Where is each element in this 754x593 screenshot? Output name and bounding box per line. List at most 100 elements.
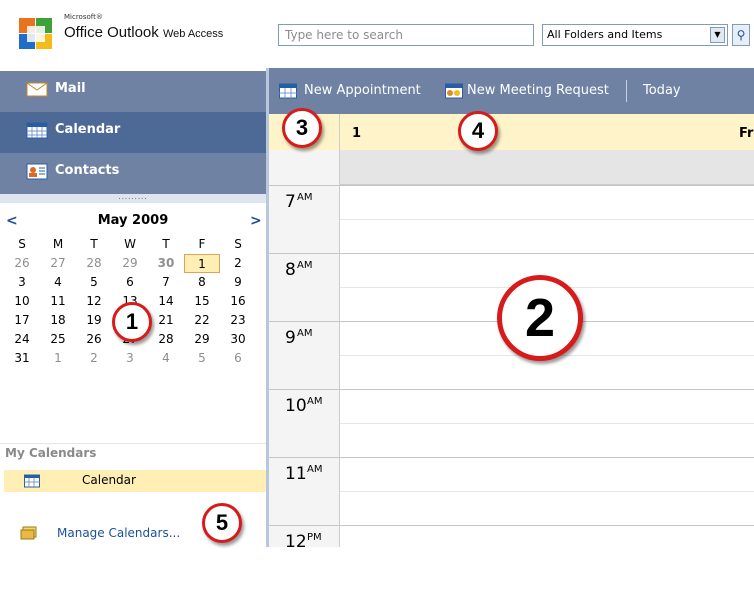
office-logo-icon (19, 18, 52, 49)
new-meeting-request-button[interactable]: New Meeting Request (467, 83, 609, 98)
mini-calendar-day[interactable]: 21 (148, 311, 184, 330)
hour-label: 10 AM (269, 389, 340, 457)
half-hour-line (340, 219, 754, 220)
weekday-label: T (90, 237, 98, 251)
hour-number: 12 (285, 532, 307, 552)
toolbar-divider (626, 80, 627, 102)
mini-calendar-day[interactable]: 18 (40, 311, 76, 330)
callout-1: 1 (112, 302, 152, 342)
callout-2: 2 (497, 275, 583, 361)
mini-calendar-day[interactable]: 4 (40, 273, 76, 292)
mini-calendar-day[interactable]: 28 (148, 330, 184, 349)
manage-calendars-label: Manage Calendars... (57, 526, 181, 540)
weekday-label: W (124, 237, 136, 251)
mini-calendar-day[interactable]: 22 (184, 311, 220, 330)
mini-calendar-day[interactable]: 10 (4, 292, 40, 311)
mini-calendar-day[interactable]: 29 (112, 254, 148, 273)
mini-calendar-week: 31 1 2 3 4 5 6 (4, 349, 262, 368)
top-bar: Microsoft® Office Outlook Web Access Typ… (0, 0, 754, 68)
mail-icon (26, 82, 48, 97)
mini-calendar-day[interactable]: 28 (76, 254, 112, 273)
nav-item-mail[interactable]: Mail (0, 71, 266, 112)
day-header-weekday: Fr (739, 126, 754, 141)
mini-calendar-day[interactable]: 30 (148, 254, 184, 273)
mini-calendar-title: May 2009 (97, 213, 169, 228)
mini-calendar-day[interactable]: 8 (184, 273, 220, 292)
mini-calendar-day[interactable]: 9 (220, 273, 256, 292)
mini-calendar-day[interactable]: 25 (40, 330, 76, 349)
day-view-grid[interactable] (340, 185, 754, 547)
mini-calendar-day[interactable]: 6 (112, 273, 148, 292)
mini-calendar-day[interactable]: 4 (148, 349, 184, 368)
hour-number: 10 (285, 396, 307, 416)
chevron-right-icon[interactable]: > (250, 213, 262, 229)
my-calendars-item-calendar[interactable]: Calendar (4, 470, 266, 492)
app-title-main: Office Outlook (64, 24, 159, 41)
nav-label-calendar: Calendar (55, 122, 121, 137)
hour-ampm: AM (297, 260, 313, 271)
mini-calendar-day[interactable]: 11 (40, 292, 76, 311)
day-header: 1 Fr (269, 114, 754, 150)
mini-calendar-day[interactable]: 31 (4, 349, 40, 368)
microsoft-label: Microsoft® (64, 13, 103, 21)
hour-label: 12 PM (269, 525, 340, 593)
mini-calendar-day[interactable]: 16 (220, 292, 256, 311)
search-input[interactable]: Type here to search (278, 24, 534, 46)
mini-calendar-day[interactable]: 26 (4, 254, 40, 273)
search-scope-select[interactable]: All Folders and Items ▼ (542, 24, 728, 46)
mini-calendar-day[interactable]: 24 (4, 330, 40, 349)
mini-calendar-day[interactable]: 7 (148, 273, 184, 292)
calendar-icon (26, 122, 48, 139)
app-title-sub: Web Access (162, 28, 224, 40)
weekday-label: S (234, 237, 242, 251)
mini-calendar-day[interactable]: 5 (76, 273, 112, 292)
mini-calendar-day[interactable]: 1 (40, 349, 76, 368)
calendar-stack-icon (20, 526, 37, 540)
mini-calendar-day[interactable]: 6 (220, 349, 256, 368)
mini-calendar-weekdays: S M T W T F S (4, 235, 262, 254)
hour-ampm: AM (307, 396, 323, 407)
mini-calendar-day[interactable]: 19 (76, 311, 112, 330)
chevron-left-icon[interactable]: < (6, 213, 18, 229)
hour-number: 11 (285, 464, 307, 484)
mini-calendar-day[interactable]: 26 (76, 330, 112, 349)
mini-calendar-day[interactable]: 15 (184, 292, 220, 311)
hour-ampm: AM (297, 328, 313, 339)
hour-label: 11 AM (269, 457, 340, 525)
mini-calendar-day[interactable]: 23 (220, 311, 256, 330)
today-button[interactable]: Today (643, 83, 681, 98)
mini-calendar-week: 26 27 28 29 30 1 2 (4, 254, 262, 273)
new-appointment-icon (279, 83, 297, 99)
hour-ampm: AM (307, 464, 323, 475)
hour-label: 7 AM (269, 185, 340, 253)
half-hour-line (340, 423, 754, 424)
callout-5: 5 (202, 503, 242, 543)
mini-calendar-day[interactable]: 14 (148, 292, 184, 311)
mini-calendar-day[interactable]: 27 (40, 254, 76, 273)
mini-calendar-day[interactable]: 30 (220, 330, 256, 349)
all-day-events-row[interactable] (340, 150, 754, 185)
search-icon[interactable]: ⚲ (732, 24, 750, 46)
mini-calendar-day-selected[interactable]: 1 (184, 254, 220, 273)
nav-item-calendar[interactable]: Calendar (0, 112, 266, 153)
new-meeting-request-icon (445, 83, 463, 99)
mini-calendar-day[interactable]: 3 (112, 349, 148, 368)
mini-calendar-day[interactable]: 12 (76, 292, 112, 311)
mini-calendar-day[interactable]: 29 (184, 330, 220, 349)
hour-label: 9 AM (269, 321, 340, 389)
chevron-down-icon[interactable]: ▼ (710, 27, 725, 43)
nav-item-contacts[interactable]: Contacts (0, 153, 266, 194)
hour-number: 9 (285, 328, 296, 348)
mini-calendar-day[interactable]: 3 (4, 273, 40, 292)
hour-line (340, 185, 754, 186)
mini-calendar-day[interactable]: 2 (220, 254, 256, 273)
hour-number: 7 (285, 192, 296, 212)
pane-resize-grip[interactable]: ......... (0, 194, 266, 203)
mini-calendar-day[interactable]: 2 (76, 349, 112, 368)
mini-calendar-day[interactable]: 5 (184, 349, 220, 368)
mini-calendar-day[interactable]: 17 (4, 311, 40, 330)
weekday-label: M (52, 237, 64, 251)
search-scope-value: All Folders and Items (547, 28, 663, 41)
time-column: 7 AM 8 AM 9 AM 10 AM 11 AM 12 PM (269, 185, 340, 552)
new-appointment-button[interactable]: New Appointment (304, 83, 421, 98)
